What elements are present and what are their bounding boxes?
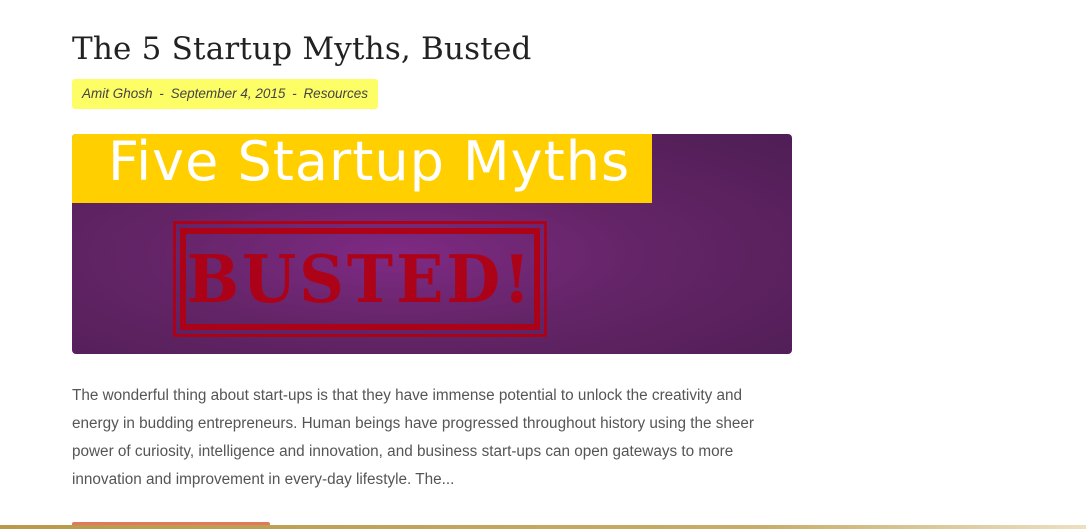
author-link[interactable]: Amit Ghosh (82, 86, 153, 101)
post-title[interactable]: The 5 Startup Myths, Busted (72, 0, 792, 69)
meta-separator: - (292, 86, 297, 101)
category-link[interactable]: Resources (303, 86, 368, 101)
featured-image[interactable]: Five Startup Myths BUSTED! (72, 134, 792, 354)
meta-separator: - (159, 86, 164, 101)
image-headline: Five Startup Myths (108, 134, 631, 193)
stamp-text: BUSTED! (186, 240, 534, 318)
post-meta: Amit Ghosh - September 4, 2015 - Resourc… (72, 79, 378, 109)
footer-strip (0, 525, 1086, 529)
post-excerpt: The wonderful thing about start-ups is t… (72, 387, 754, 488)
blog-post: The 5 Startup Myths, Busted Amit Ghosh -… (72, 0, 792, 509)
busted-stamp: BUSTED! (173, 221, 547, 337)
post-date[interactable]: September 4, 2015 (171, 86, 286, 101)
